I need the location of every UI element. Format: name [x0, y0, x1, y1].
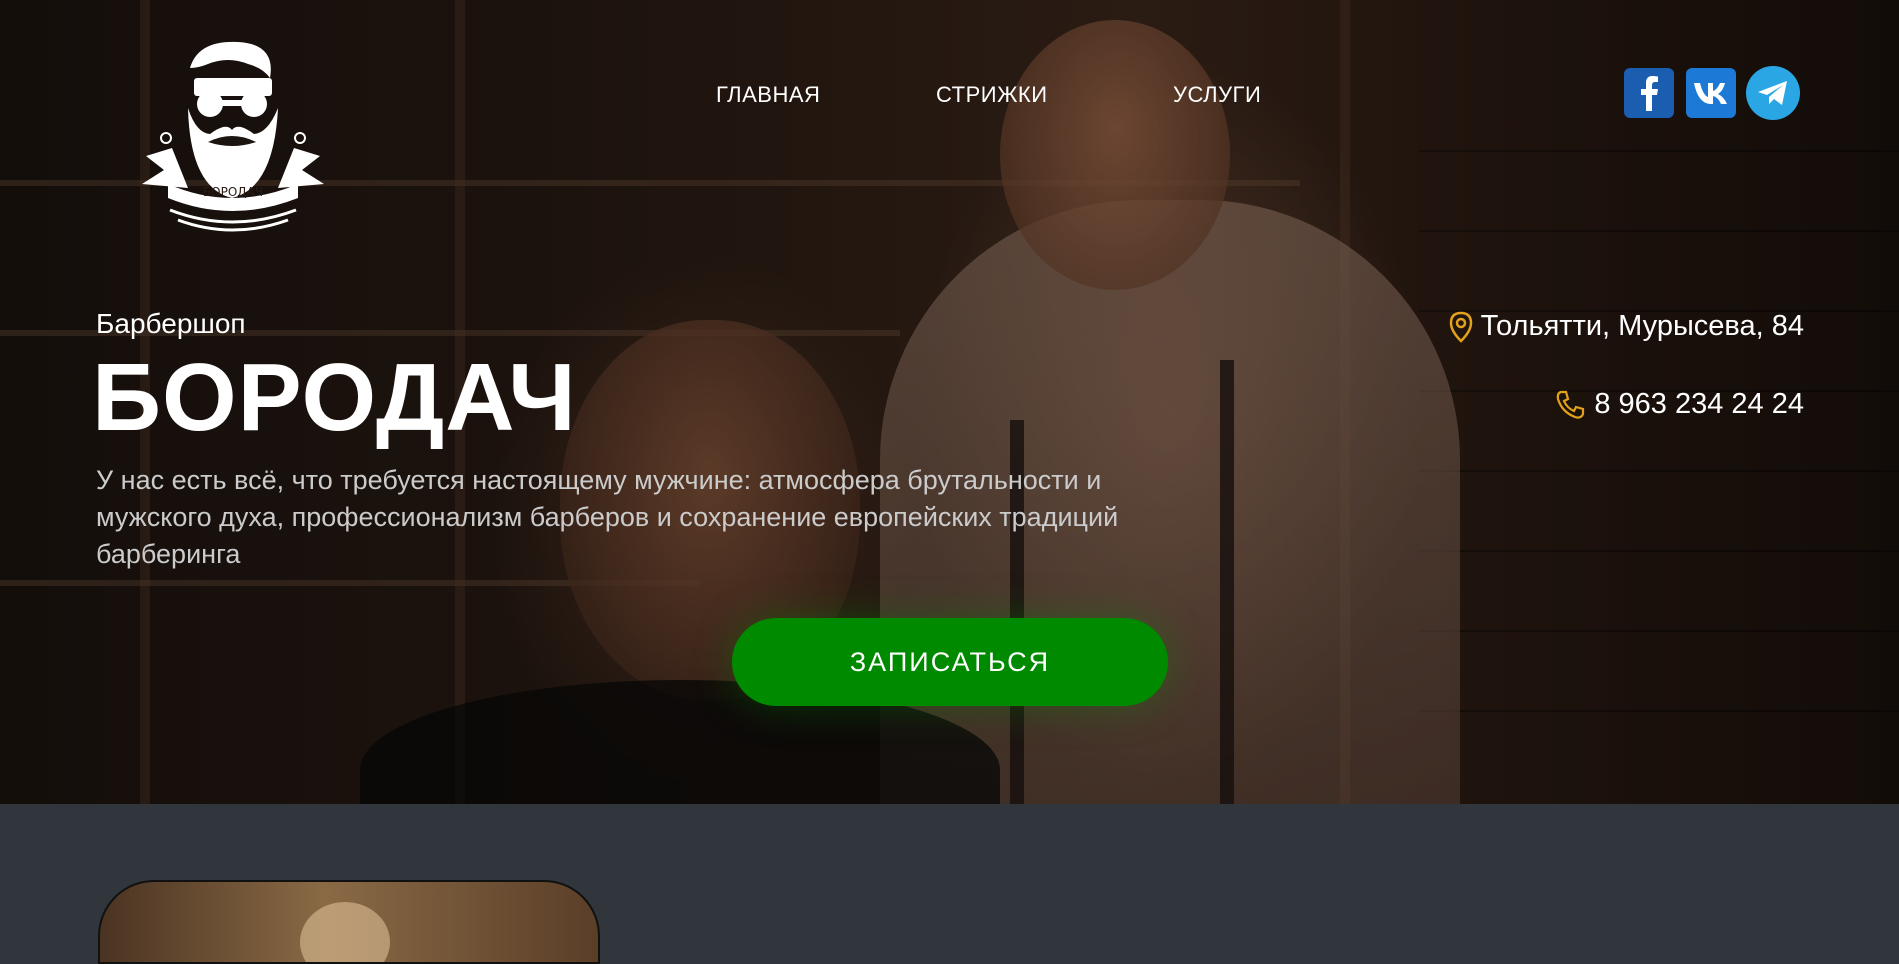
telegram-link[interactable]: [1746, 66, 1800, 120]
address-contact: Тольятти, Мурысева, 84: [1449, 310, 1804, 343]
book-button[interactable]: ЗАПИСАТЬСЯ: [732, 618, 1168, 706]
hero-title: БОРОДАЧ: [92, 344, 577, 451]
telegram-icon: [1758, 81, 1787, 105]
facebook-link[interactable]: [1624, 68, 1674, 118]
map-pin-icon: [1449, 311, 1472, 343]
hero-subtitle: Барбершоп: [96, 308, 246, 339]
nav-services[interactable]: УСЛУГИ: [1173, 82, 1261, 108]
phone-text: 8 963 234 24 24: [1594, 388, 1804, 420]
vk-icon: [1694, 83, 1727, 104]
nav-haircuts[interactable]: СТРИЖКИ: [936, 82, 1048, 108]
card-photo-detail: [300, 902, 390, 962]
phone-contact[interactable]: 8 963 234 24 24: [1554, 388, 1804, 421]
facebook-icon: [1641, 76, 1658, 111]
phone-icon: [1557, 390, 1585, 419]
site-logo[interactable]: БОРОДАЧ: [128, 38, 338, 238]
service-card-image: [98, 880, 600, 964]
logo-text: БОРОДАЧ: [202, 185, 264, 199]
nav-main[interactable]: ГЛАВНАЯ: [716, 82, 820, 108]
hero-section: БОРОДАЧ ГЛАВНАЯ СТРИЖКИ УСЛУГИ Барбершоп…: [0, 0, 1899, 804]
hero-description: У нас есть всё, что требуется настоящему…: [96, 465, 1119, 569]
vk-link[interactable]: [1686, 68, 1736, 118]
barber-beard-logo-icon: [142, 41, 324, 232]
address-text: Тольятти, Мурысева, 84: [1480, 310, 1804, 342]
